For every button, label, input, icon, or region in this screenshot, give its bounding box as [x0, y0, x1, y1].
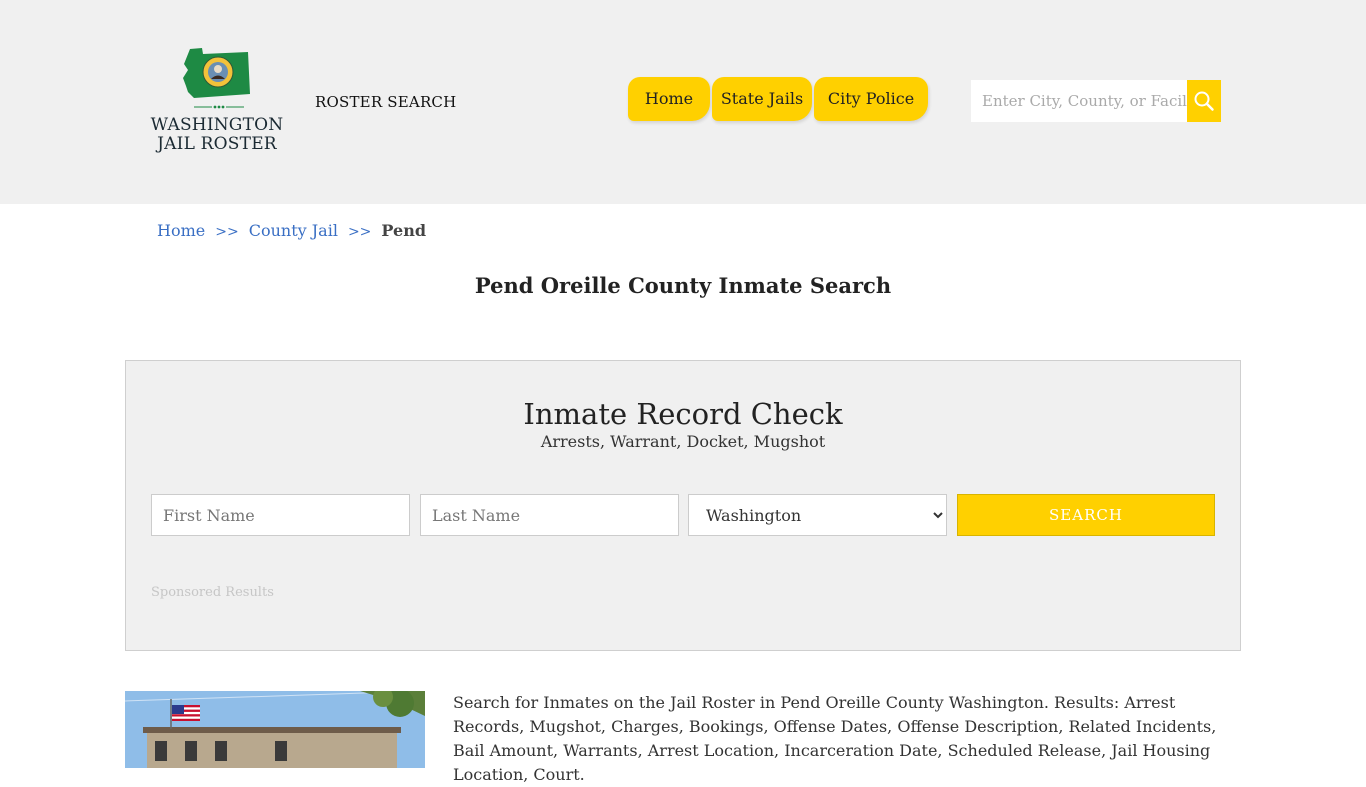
- site-header: WASHINGTON JAIL ROSTER ROSTER SEARCH Hom…: [0, 0, 1366, 204]
- nav-city-police[interactable]: City Police: [814, 77, 928, 121]
- breadcrumb-current: Pend: [381, 221, 427, 240]
- record-search-button[interactable]: SEARCH: [957, 494, 1215, 536]
- site-search-input[interactable]: [971, 80, 1187, 122]
- first-name-input[interactable]: [151, 494, 410, 536]
- nav-state-jails[interactable]: State Jails: [712, 77, 812, 121]
- breadcrumb-county-jail[interactable]: County Jail: [249, 221, 338, 240]
- courthouse-photo: [125, 691, 425, 768]
- page-title: Pend Oreille County Inmate Search: [474, 273, 892, 298]
- roster-search-link[interactable]: ROSTER SEARCH: [315, 93, 456, 111]
- nav-home[interactable]: Home: [628, 77, 710, 121]
- inmate-record-check-panel: Inmate Record Check Arrests, Warrant, Do…: [125, 360, 1241, 651]
- logo-line-1: WASHINGTON: [150, 115, 284, 135]
- search-icon: [1194, 91, 1214, 111]
- sponsored-results-label: Sponsored Results: [151, 585, 274, 600]
- courthouse-image-icon: [125, 691, 425, 768]
- record-check-subtitle: Arrests, Warrant, Docket, Mugshot: [540, 432, 826, 451]
- logo-text: WASHINGTON JAIL ROSTER: [150, 116, 284, 154]
- logo-line-2: JAIL ROSTER: [157, 134, 277, 154]
- breadcrumb-home[interactable]: Home: [157, 221, 205, 240]
- page-description: Search for Inmates on the Jail Roster in…: [453, 693, 1217, 784]
- breadcrumb: Home >> County Jail >> Pend: [157, 221, 426, 240]
- last-name-input[interactable]: [420, 494, 679, 536]
- breadcrumb-separator: >>: [215, 224, 239, 240]
- site-logo[interactable]: WASHINGTON JAIL ROSTER: [150, 46, 286, 158]
- logo-divider-icon: [194, 105, 244, 109]
- breadcrumb-separator: >>: [347, 224, 372, 240]
- record-check-title: Inmate Record Check: [523, 397, 843, 431]
- state-select[interactable]: Washington: [688, 494, 947, 536]
- site-search-button[interactable]: [1187, 80, 1221, 122]
